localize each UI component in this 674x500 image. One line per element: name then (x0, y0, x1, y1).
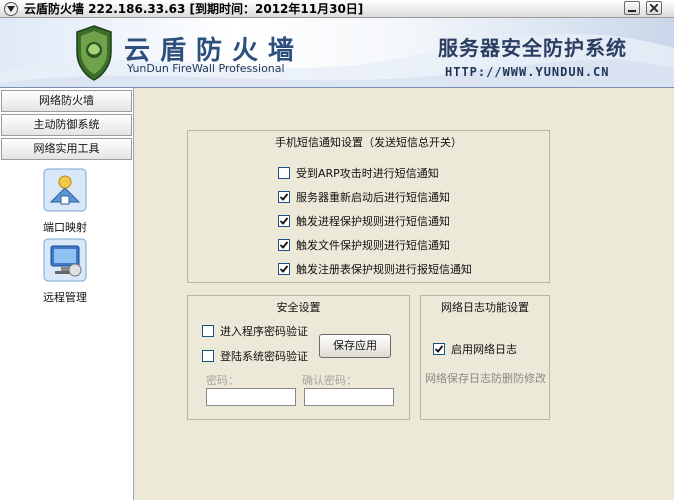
tool-label: 远程管理 (43, 291, 87, 304)
chevron-down-icon (7, 5, 15, 12)
minimize-icon (628, 10, 636, 12)
group-title: 网络日志功能设置 (441, 301, 529, 314)
checkbox[interactable] (278, 263, 290, 275)
security-settings-group: 安全设置 进入程序密码验证 登陆系统密码验证 保存应用 密码： 确认密码： (187, 295, 410, 420)
port-mapping-icon (43, 168, 87, 212)
checkmark-icon (279, 193, 289, 201)
title-bar: 云盾防火墙 222.186.33.63 [到期时间：2012年11月30日] (0, 0, 674, 18)
confirm-password-input[interactable] (304, 388, 394, 406)
sms-settings-group: 手机短信通知设置（发送短信总开关） 受到ARP攻击时进行短信通知 服务器重新启动… (187, 130, 550, 283)
shield-logo-icon (76, 25, 112, 81)
sidebar: 网络防火墙 主动防御系统 网络实用工具 端口映射 远程管理 (0, 88, 134, 500)
tool-port-mapping[interactable]: 端口映射 (34, 168, 96, 235)
checkbox-label: 触发注册表保护规则进行报短信通知 (296, 263, 472, 276)
save-apply-button[interactable]: 保存应用 (319, 334, 391, 358)
checkbox[interactable] (278, 239, 290, 251)
checkmark-icon (279, 217, 289, 225)
sms-option-process[interactable]: 触发进程保护规则进行短信通知 (278, 213, 450, 229)
sms-option-file[interactable]: 触发文件保护规则进行短信通知 (278, 237, 450, 253)
window-menu-button[interactable] (4, 1, 18, 16)
tool-remote-management[interactable]: 远程管理 (34, 238, 96, 305)
checkbox[interactable] (202, 325, 214, 337)
checkbox-label: 登陆系统密码验证 (220, 350, 308, 363)
sms-option-restart[interactable]: 服务器重新启动后进行短信通知 (278, 189, 450, 205)
checkbox-label: 受到ARP攻击时进行短信通知 (296, 167, 439, 180)
group-title: 安全设置 (276, 301, 321, 314)
log-enable-option[interactable]: 启用网络日志 (433, 341, 517, 357)
minimize-button[interactable] (624, 1, 640, 15)
sms-option-registry[interactable]: 触发注册表保护规则进行报短信通知 (278, 261, 472, 277)
nav-network-firewall[interactable]: 网络防火墙 (1, 90, 132, 112)
brand-name-en: YunDun FireWall Professional (127, 62, 285, 75)
sms-option-arp[interactable]: 受到ARP攻击时进行短信通知 (278, 165, 439, 181)
nav-network-tools[interactable]: 网络实用工具 (1, 138, 132, 160)
security-option-login-password[interactable]: 登陆系统密码验证 (202, 348, 308, 364)
checkbox[interactable] (278, 167, 290, 179)
password-input[interactable] (206, 388, 296, 406)
checkmark-icon (279, 265, 289, 273)
checkbox[interactable] (202, 350, 214, 362)
confirm-password-label: 确认密码： (302, 374, 357, 387)
close-button[interactable] (646, 1, 662, 15)
website-url: HTTP://WWW.YUNDUN.CN (445, 65, 610, 79)
log-settings-group: 网络日志功能设置 启用网络日志 网络保存日志防删防修改 (420, 295, 550, 420)
checkbox-label: 触发进程保护规则进行短信通知 (296, 215, 450, 228)
header-banner: 云盾防火墙 YunDun FireWall Professional 服务器安全… (0, 18, 674, 88)
checkbox-label: 触发文件保护规则进行短信通知 (296, 239, 450, 252)
checkbox[interactable] (278, 215, 290, 227)
tool-label: 端口映射 (43, 221, 87, 234)
checkbox[interactable] (278, 191, 290, 203)
security-option-program-password[interactable]: 进入程序密码验证 (202, 323, 308, 339)
close-icon (650, 4, 658, 12)
checkbox[interactable] (433, 343, 445, 355)
checkbox-label: 启用网络日志 (451, 343, 517, 356)
main-panel: 手机短信通知设置（发送短信总开关） 受到ARP攻击时进行短信通知 服务器重新启动… (135, 88, 674, 500)
window-title: 云盾防火墙 222.186.33.63 [到期时间：2012年11月30日] (24, 2, 364, 16)
remote-management-icon (43, 238, 87, 282)
nav-active-defense[interactable]: 主动防御系统 (1, 114, 132, 136)
product-slogan: 服务器安全防护系统 (438, 36, 627, 60)
checkbox-label: 进入程序密码验证 (220, 325, 308, 338)
checkbox-label: 服务器重新启动后进行短信通知 (296, 191, 450, 204)
password-label: 密码： (206, 374, 239, 387)
log-info-text: 网络保存日志防删防修改 (425, 372, 546, 385)
group-title: 手机短信通知设置（发送短信总开关） (275, 136, 462, 149)
checkmark-icon (434, 345, 444, 353)
checkmark-icon (279, 241, 289, 249)
